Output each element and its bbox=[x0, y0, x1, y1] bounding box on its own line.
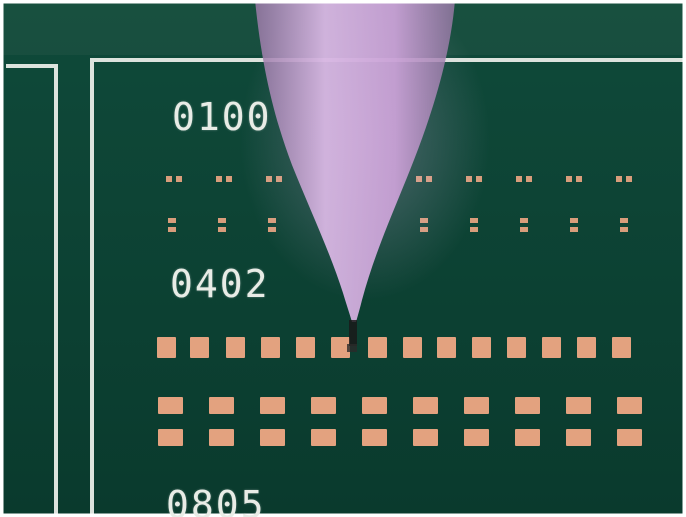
pcb-photo: 0100 0402 0805 bbox=[0, 0, 686, 517]
silkscreen-label-0402: 0402 bbox=[170, 262, 270, 306]
silkscreen-label-0805: 0805 bbox=[166, 483, 266, 517]
silkscreen-label-0100: 0100 bbox=[172, 95, 272, 139]
needle-tip bbox=[349, 320, 357, 346]
pcb-scene bbox=[0, 0, 686, 517]
